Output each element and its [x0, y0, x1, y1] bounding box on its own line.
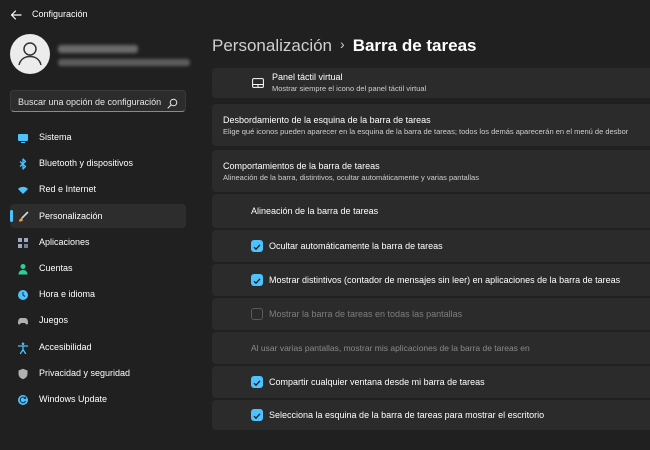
badges-label: Mostrar distintivos (contador de mensaje… — [269, 275, 621, 285]
behaviors-header[interactable]: Comportamientos de la barra de tareas Al… — [212, 150, 650, 192]
selected-indicator — [10, 209, 13, 222]
checkmark-icon — [253, 278, 261, 285]
sidebar-item-label: Aplicaciones — [39, 236, 90, 247]
sidebar-item-aplicaciones[interactable]: Aplicaciones — [10, 230, 186, 254]
sidebar-item-windows-update[interactable]: Windows Update — [10, 387, 186, 411]
sidebar-item-red[interactable]: Red e Internet — [10, 177, 186, 201]
avatar — [10, 34, 50, 74]
touchpad-icon — [252, 75, 264, 93]
share-window-checkbox[interactable] — [251, 376, 263, 388]
breadcrumb: Personalización › Barra de tareas — [212, 36, 477, 60]
user-email-redacted — [58, 59, 190, 66]
behaviors-title: Comportamientos de la barra de tareas — [223, 161, 380, 171]
sidebar-item-juegos[interactable]: Juegos — [10, 308, 186, 332]
sidebar-item-label: Personalización — [39, 210, 103, 221]
alignment-row[interactable]: Alineación de la barra de tareas — [212, 194, 650, 228]
alignment-label: Alineación de la barra de tareas — [251, 206, 379, 216]
sidebar-item-label: Privacidad y seguridad — [39, 367, 131, 378]
overflow-title: Desbordamiento de la esquina de la barra… — [223, 115, 431, 125]
autohide-label: Ocultar automáticamente la barra de tare… — [269, 241, 443, 251]
user-name-redacted — [58, 45, 138, 53]
sidebar-item-label: Windows Update — [39, 393, 108, 404]
settings-content: Panel táctil virtual Mostrar siempre el … — [212, 68, 650, 450]
checkmark-icon — [253, 413, 261, 420]
back-arrow-icon — [10, 10, 22, 20]
accessibility-icon — [17, 341, 29, 354]
option-row-all-displays: Mostrar la barra de tareas en todas las … — [212, 298, 650, 330]
back-button[interactable] — [8, 7, 24, 23]
badges-checkbox[interactable] — [251, 274, 263, 286]
option-row-autohide[interactable]: Ocultar automáticamente la barra de tare… — [212, 230, 650, 262]
checkmark-icon — [253, 380, 261, 387]
sidebar-item-hora-idioma[interactable]: Hora e idioma — [10, 282, 186, 306]
sidebar-nav: Sistema Bluetooth y dispositivos Red e I… — [10, 125, 186, 413]
sidebar-item-sistema[interactable]: Sistema — [10, 125, 186, 149]
search-icon — [167, 96, 178, 109]
touchpad-title: Panel táctil virtual — [272, 72, 343, 82]
search-placeholder: Buscar una opción de configuración — [18, 97, 162, 107]
sidebar-item-personalizacion[interactable]: Personalización — [10, 203, 186, 228]
update-icon — [17, 393, 29, 405]
sidebar-item-label: Red e Internet — [39, 184, 97, 195]
chevron-right-icon: › — [340, 36, 345, 52]
breadcrumb-parent[interactable]: Personalización — [212, 36, 332, 55]
gamepad-icon — [17, 314, 29, 326]
multi-display-row: Al usar varias pantallas, mostrar mis ap… — [212, 332, 650, 364]
page-title: Barra de tareas — [352, 36, 477, 55]
bluetooth-icon — [17, 157, 29, 170]
sidebar-item-bluetooth[interactable]: Bluetooth y dispositivos — [10, 151, 186, 175]
sidebar-item-label: Cuentas — [39, 262, 73, 273]
sidebar-item-accesibilidad[interactable]: Accesibilidad — [10, 335, 186, 359]
share-window-label: Compartir cualquier ventana desde mi bar… — [269, 377, 485, 387]
autohide-checkbox[interactable] — [251, 240, 263, 252]
option-row-badges[interactable]: Mostrar distintivos (contador de mensaje… — [212, 264, 650, 296]
show-desktop-checkbox[interactable] — [251, 409, 263, 421]
sidebar-item-label: Accesibilidad — [39, 341, 92, 352]
sidebar-item-label: Bluetooth y dispositivos — [39, 158, 134, 169]
overflow-desc: Elige qué iconos pueden aparecer en la e… — [223, 127, 629, 136]
search-input[interactable]: Buscar una opción de configuración — [10, 90, 186, 112]
show-desktop-label: Selecciona la esquina de la barra de tar… — [269, 410, 545, 420]
all-displays-label: Mostrar la barra de tareas en todas las … — [269, 309, 463, 319]
shield-icon — [17, 367, 29, 379]
sidebar-item-cuentas[interactable]: Cuentas — [10, 256, 186, 280]
sidebar-item-label: Juegos — [39, 315, 69, 326]
behaviors-desc: Alineación de la barra, distintivos, ocu… — [223, 173, 479, 182]
person-icon — [18, 42, 42, 66]
sidebar-item-privacidad[interactable]: Privacidad y seguridad — [10, 361, 186, 385]
checkmark-icon — [253, 244, 261, 251]
brush-icon — [17, 210, 29, 222]
user-profile[interactable] — [10, 34, 190, 78]
app-title: Configuración — [32, 9, 88, 19]
title-bar: Configuración — [0, 0, 650, 30]
multi-display-label: Al usar varias pantallas, mostrar mis ap… — [251, 343, 530, 353]
touchpad-row[interactable]: Panel táctil virtual Mostrar siempre el … — [212, 68, 650, 98]
monitor-icon — [17, 131, 29, 143]
overflow-row[interactable]: Desbordamiento de la esquina de la barra… — [212, 104, 650, 146]
option-row-show-desktop[interactable]: Selecciona la esquina de la barra de tar… — [212, 400, 650, 430]
sidebar-item-label: Sistema — [39, 132, 72, 142]
option-row-share-window[interactable]: Compartir cualquier ventana desde mi bar… — [212, 366, 650, 398]
touchpad-desc: Mostrar siempre el icono del panel tácti… — [272, 84, 427, 93]
person-icon — [17, 262, 29, 275]
sidebar-item-label: Hora e idioma — [39, 289, 96, 300]
all-displays-checkbox — [251, 308, 263, 320]
globe-clock-icon — [17, 288, 29, 301]
wifi-icon — [17, 183, 29, 195]
apps-icon — [17, 236, 29, 248]
